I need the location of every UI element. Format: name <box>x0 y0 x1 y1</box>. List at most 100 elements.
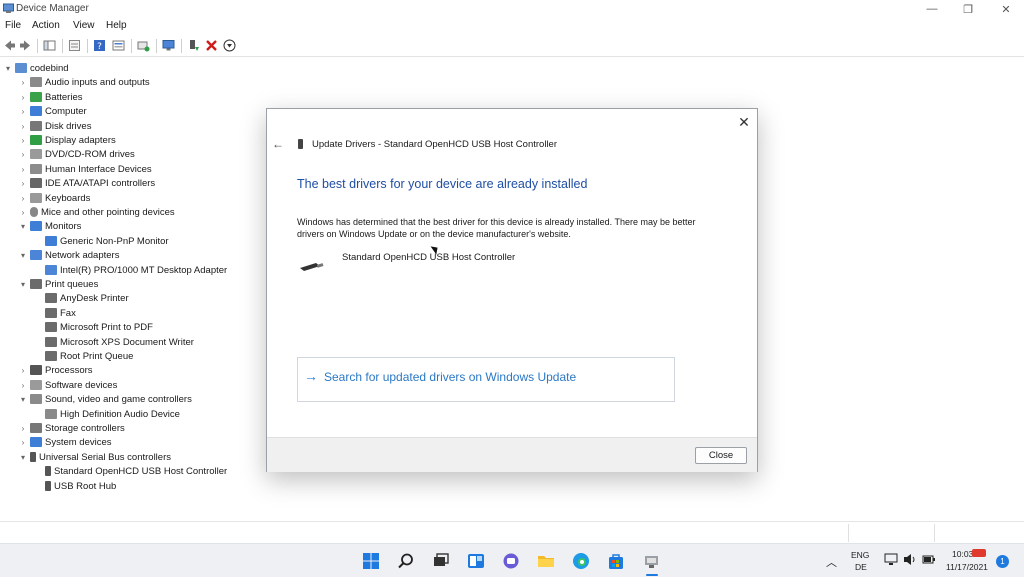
windows-start-icon[interactable] <box>362 552 380 570</box>
chevron-right-icon[interactable]: › <box>18 366 28 375</box>
maximize-button[interactable]: ❐ <box>950 0 986 18</box>
enable-device-icon[interactable] <box>137 39 150 52</box>
tree-item[interactable]: › DVD/CD-ROM drives <box>18 147 135 161</box>
search-windows-update-button[interactable]: → Search for updated drivers on Windows … <box>297 357 675 402</box>
chevron-down-icon[interactable]: ▾ <box>18 280 28 289</box>
tree-item[interactable]: › Human Interface Devices <box>18 162 152 176</box>
tree-item[interactable]: Intel(R) PRO/1000 MT Desktop Adapter <box>43 263 227 277</box>
battery-icon <box>30 92 42 102</box>
chevron-down-icon[interactable]: ▾ <box>18 453 28 462</box>
chevron-right-icon[interactable]: › <box>18 107 28 116</box>
tree-item[interactable]: ▾ Sound, video and game controllers <box>18 392 192 406</box>
clock-date[interactable]: 11/17/2021 <box>946 562 988 572</box>
chevron-right-icon[interactable]: › <box>18 165 28 174</box>
tree-item[interactable]: › Disk drives <box>18 119 92 133</box>
tree-item[interactable]: Fax <box>43 306 76 320</box>
tree-item[interactable]: › Software devices <box>18 378 118 392</box>
tree-item[interactable]: ▾ Universal Serial Bus controllers <box>18 450 171 464</box>
dialog-close-icon[interactable]: ✕ <box>735 113 753 131</box>
chevron-right-icon[interactable]: › <box>18 381 28 390</box>
chevron-right-icon[interactable]: › <box>18 424 28 433</box>
chevron-right-icon[interactable]: › <box>18 194 28 203</box>
battery-status-icon[interactable] <box>922 553 936 566</box>
edge-browser-icon[interactable] <box>572 552 590 570</box>
recording-indicator-icon <box>972 549 986 557</box>
chevron-right-icon[interactable]: › <box>18 179 28 188</box>
chevron-up-icon[interactable]: ︿ <box>826 554 837 570</box>
tree-item[interactable]: AnyDesk Printer <box>43 291 129 305</box>
tree-item[interactable]: › Keyboards <box>18 191 91 205</box>
language-indicator[interactable]: ENG <box>851 550 869 560</box>
title-bar: Device Manager — ❐ ✕ <box>0 0 1024 18</box>
chevron-right-icon[interactable]: › <box>18 78 28 87</box>
volume-icon[interactable] <box>903 553 917 566</box>
tree-item[interactable]: Standard OpenHCD USB Host Controller <box>43 464 227 478</box>
network-icon[interactable] <box>884 553 898 566</box>
disk-icon <box>30 121 42 131</box>
notification-badge[interactable]: 1 <box>996 555 1009 568</box>
file-explorer-icon[interactable] <box>537 552 555 570</box>
tree-item[interactable]: Microsoft Print to PDF <box>43 320 153 334</box>
chevron-down-icon[interactable]: ▾ <box>3 64 13 73</box>
usb-device-icon <box>300 263 324 271</box>
svg-text:?: ? <box>97 42 102 52</box>
tree-item[interactable]: High Definition Audio Device <box>43 407 180 421</box>
tree-item[interactable]: USB Root Hub <box>43 479 116 493</box>
tree-item[interactable]: › Mice and other pointing devices <box>18 205 175 219</box>
close-button[interactable]: Close <box>695 447 747 464</box>
tree-item[interactable]: › Storage controllers <box>18 421 125 435</box>
update-driver-icon[interactable] <box>187 39 200 52</box>
tree-item[interactable]: › IDE ATA/ATAPI controllers <box>18 176 156 190</box>
minimize-button[interactable]: — <box>914 0 950 18</box>
chat-icon[interactable] <box>502 552 520 570</box>
task-view-icon[interactable] <box>432 552 450 570</box>
store-icon[interactable] <box>607 552 625 570</box>
tree-item[interactable]: ▾ Network adapters <box>18 248 119 262</box>
tree-item[interactable]: › Batteries <box>18 90 83 104</box>
scan-hardware-icon[interactable] <box>162 39 175 52</box>
chevron-right-icon[interactable]: › <box>18 136 28 145</box>
properties-icon[interactable] <box>68 39 81 52</box>
keyboard-layout-indicator[interactable]: DE <box>855 562 867 572</box>
menu-help[interactable]: Help <box>106 20 127 31</box>
tree-item[interactable]: ▾ Monitors <box>18 219 81 233</box>
show-hide-console-icon[interactable] <box>43 39 56 52</box>
back-arrow-icon[interactable]: ← <box>272 137 284 151</box>
back-arrow-icon[interactable] <box>3 39 16 52</box>
chevron-right-icon[interactable]: › <box>18 208 28 217</box>
uninstall-device-icon[interactable] <box>205 39 218 52</box>
widgets-icon[interactable] <box>467 552 485 570</box>
usb-icon <box>298 139 303 149</box>
tree-item[interactable]: › Display adapters <box>18 133 116 147</box>
tree-item[interactable]: › System devices <box>18 435 112 449</box>
device-manager-taskbar-icon[interactable] <box>643 552 661 570</box>
chevron-right-icon[interactable]: › <box>18 122 28 131</box>
window-close-button[interactable]: ✕ <box>988 0 1024 18</box>
menu-action[interactable]: Action <box>32 20 60 31</box>
search-icon[interactable] <box>397 552 415 570</box>
chevron-down-icon[interactable]: ▾ <box>18 251 28 260</box>
device-name: Standard OpenHCD USB Host Controller <box>342 252 516 263</box>
tree-item[interactable]: › Computer <box>18 104 87 118</box>
chevron-down-icon[interactable]: ▾ <box>18 222 28 231</box>
disable-device-icon[interactable] <box>223 39 236 52</box>
tree-item[interactable]: › Audio inputs and outputs <box>18 75 150 89</box>
menu-file[interactable]: File <box>5 20 21 31</box>
menu-view[interactable]: View <box>73 20 95 31</box>
software-device-icon <box>30 380 42 390</box>
tree-item[interactable]: › Processors <box>18 363 93 377</box>
tree-item[interactable]: Microsoft XPS Document Writer <box>43 335 194 349</box>
chevron-right-icon[interactable]: › <box>18 93 28 102</box>
clock-time[interactable]: 10:03 <box>952 549 973 559</box>
chevron-down-icon[interactable]: ▾ <box>18 395 28 404</box>
help-icon[interactable]: ? <box>93 39 106 52</box>
tree-item[interactable]: Generic Non-PnP Monitor <box>43 234 169 248</box>
chevron-right-icon[interactable]: › <box>18 438 28 447</box>
tree-item[interactable]: Root Print Queue <box>43 349 133 363</box>
printer-icon <box>45 308 57 318</box>
forward-arrow-icon[interactable] <box>19 39 32 52</box>
tree-item[interactable]: ▾ Print queues <box>18 277 98 291</box>
chevron-right-icon[interactable]: › <box>18 150 28 159</box>
list-view-icon[interactable] <box>112 39 125 52</box>
tree-root[interactable]: ▾ codebind <box>3 61 69 75</box>
